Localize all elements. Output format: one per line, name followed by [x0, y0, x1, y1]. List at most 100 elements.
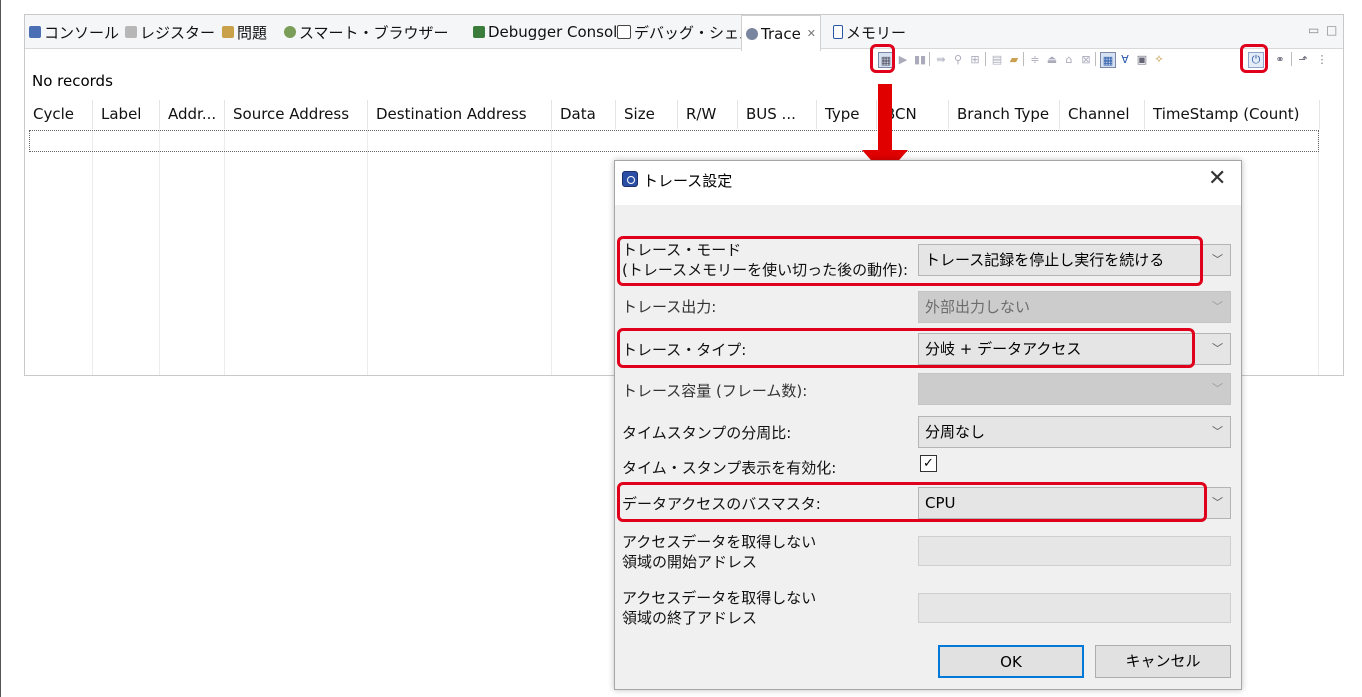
trace-table-header: Cycle Label Addr... Source Address Desti… [25, 100, 1343, 129]
pointer-arrow [878, 84, 892, 154]
mix-display-icon[interactable]: ⊠ [1079, 52, 1093, 66]
view-tab-bar: コンソール レジスター 問題 スマート・ブラウザー Debugger Conso… [25, 15, 1343, 51]
select-value: 外部出力しない [925, 298, 1031, 316]
exclude-start-address-label: アクセスデータを取得しない 領域の開始アドレス [622, 532, 816, 572]
label-line: アクセスデータを取得しない [622, 589, 817, 607]
tab-trace[interactable]: Trace ✕ [741, 15, 822, 51]
column-header[interactable]: Cycle [25, 100, 93, 129]
tab-problems[interactable]: 問題 [222, 15, 267, 49]
toolbar-separator [1023, 52, 1024, 66]
dialog-title: トレース設定 [643, 172, 733, 190]
highlight-power-button [1240, 44, 1268, 73]
find-icon[interactable]: ⚲ [951, 52, 965, 66]
column-divider [224, 130, 225, 375]
tab-label: スマート・ブラウザー [299, 23, 449, 42]
link-icon[interactable]: ⟡ [1152, 52, 1166, 66]
tab-debug-shell[interactable]: デバッグ・シェル [617, 15, 754, 49]
select-value: 分周なし [925, 423, 986, 441]
column-header[interactable]: R/W [678, 100, 738, 129]
tab-memory[interactable]: メモリー [833, 15, 906, 49]
highlight-settings-button [870, 44, 895, 73]
column-divider [1318, 130, 1319, 375]
column-divider [92, 130, 93, 375]
column-header[interactable]: Data [552, 100, 616, 129]
filter-icon[interactable]: ⊞ [968, 52, 982, 66]
column-header[interactable]: BUS ... [738, 100, 817, 129]
memory-icon [833, 25, 843, 39]
column-header[interactable]: Branch Type [949, 100, 1060, 129]
tab-debugger-console[interactable]: Debugger Console [473, 15, 627, 49]
grid-view-icon[interactable]: ▦ [1100, 52, 1116, 68]
trace-capacity-select: ﹀ [918, 373, 1231, 405]
chevron-down-icon: ﹀ [1212, 496, 1223, 509]
trace-mode-icon[interactable]: ⚭ [1273, 52, 1287, 66]
table-row[interactable] [29, 130, 1319, 152]
column-header[interactable]: Channel [1060, 100, 1145, 129]
column-header[interactable]: Label [93, 100, 160, 129]
console-icon [29, 26, 41, 38]
properties-icon[interactable]: ▣ [1135, 52, 1149, 66]
timestamp-display-checkbox[interactable]: ✓ [920, 455, 937, 472]
save-icon[interactable]: ▤ [990, 52, 1004, 66]
column-header[interactable]: TimeStamp (Count) [1145, 100, 1320, 129]
chevron-down-icon: ﹀ [1212, 425, 1223, 438]
tab-label: レジスター [140, 23, 216, 42]
trace-filter-icon[interactable]: ∀ [1118, 52, 1132, 66]
column-header[interactable]: Type [817, 100, 877, 129]
toolbar-separator [1095, 52, 1096, 66]
export-icon[interactable]: ⌂ [1062, 52, 1076, 66]
trace-output-label: トレース出力: [622, 298, 717, 316]
renesas-app-icon [622, 171, 638, 187]
debugger-console-icon [473, 26, 485, 38]
chevron-down-icon: ﹀ [1212, 342, 1223, 355]
close-tab-icon[interactable]: ✕ [807, 27, 816, 40]
view-menu-icon[interactable]: ⋮ [1315, 52, 1329, 66]
tab-registers[interactable]: レジスター [125, 15, 215, 49]
register-icon [125, 26, 137, 38]
maximize-icon[interactable]: □ [1326, 23, 1337, 37]
timestamp-divider-label: タイムスタンプの分周比: [622, 424, 792, 442]
tab-label: メモリー [846, 23, 907, 42]
page-edge-line [0, 0, 1, 697]
go-to-icon[interactable]: ⇛ [934, 52, 948, 66]
timestamp-divider-select[interactable]: 分周なし ﹀ [918, 416, 1231, 448]
problems-icon [222, 26, 234, 38]
column-header[interactable]: Size [616, 100, 678, 129]
run-icon[interactable]: ▶ [896, 52, 910, 66]
tab-label: 問題 [237, 23, 268, 42]
chevron-down-icon: ﹀ [1212, 382, 1223, 395]
column-header[interactable]: Source Address [225, 100, 368, 129]
trace-capacity-label: トレース容量 (フレーム数): [622, 382, 808, 400]
tab-label: デバッグ・シェル [634, 23, 755, 42]
debug-shell-icon [617, 25, 631, 39]
exclude-end-address-field [918, 593, 1231, 623]
minimize-icon[interactable]: ▭ [1308, 23, 1319, 37]
stop-icon[interactable]: ▮▮ [913, 52, 927, 66]
column-divider [159, 130, 160, 375]
collapse-icon[interactable]: ≑ [1028, 52, 1042, 66]
column-header[interactable]: Destination Address [368, 100, 552, 129]
chevron-down-icon: ﹀ [1212, 253, 1223, 266]
pin-icon[interactable]: ⬏ [1296, 52, 1310, 66]
chevron-down-icon: ﹀ [1212, 300, 1223, 313]
ok-button[interactable]: OK [938, 645, 1084, 678]
column-divider [367, 130, 368, 375]
highlight-bus-master [617, 482, 1207, 522]
open-folder-icon[interactable]: ▰ [1007, 52, 1021, 66]
toolbar-separator [929, 52, 930, 66]
highlight-trace-mode [617, 236, 1203, 286]
tab-label: コンソール [44, 23, 120, 42]
tab-smart-browser[interactable]: スマート・ブラウザー [284, 15, 449, 49]
tab-console[interactable]: コンソール [29, 15, 119, 49]
label-line: 領域の開始アドレス [622, 553, 758, 571]
close-icon[interactable]: ✕ [1208, 166, 1226, 191]
toolbar-separator [1291, 52, 1292, 66]
toolbar-separator [985, 52, 986, 66]
cancel-button[interactable]: キャンセル [1095, 645, 1231, 678]
eject-icon[interactable]: ⏏ [1045, 52, 1059, 66]
trace-icon [746, 27, 758, 40]
column-header[interactable]: Addr... [160, 100, 225, 129]
column-divider [551, 130, 552, 375]
smart-browser-icon [284, 26, 296, 38]
no-records-text: No records [32, 72, 113, 90]
